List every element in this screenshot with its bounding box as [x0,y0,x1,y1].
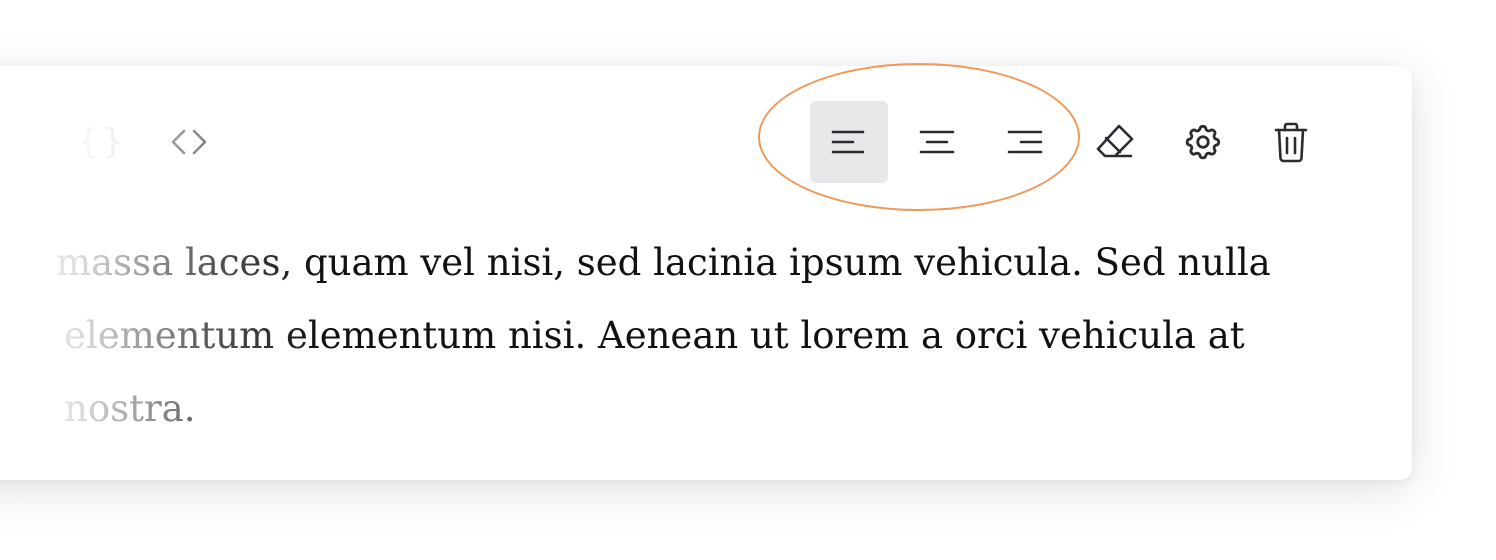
align-left-icon [831,130,865,154]
align-center-button[interactable] [898,101,976,183]
paragraph-line: massa laces, quam vel nisi, sed lacinia … [56,241,1271,284]
paragraph-block[interactable]: massa laces, quam vel nisi, sed lacinia … [56,226,1346,445]
settings-button[interactable] [1164,101,1242,183]
paragraph-line: elementum elementum nisi. Aenean ut lore… [64,314,1245,357]
code-icon [171,129,207,155]
trash-icon [1274,122,1308,163]
align-right-icon [1007,130,1043,154]
clear-formatting-button[interactable] [1076,101,1154,183]
gear-icon [1185,124,1221,160]
paragraph-line: nostra. [64,387,196,430]
align-left-button[interactable] [810,101,888,183]
eraser-icon [1096,124,1134,158]
code-block-icon[interactable]: {} [78,118,127,166]
editor-stage: {} massa laces, quam vel nisi, sed lacin… [0,0,1496,560]
align-right-button[interactable] [986,101,1064,183]
inline-code-button[interactable] [150,101,228,183]
delete-button[interactable] [1252,101,1330,183]
align-center-icon [919,130,955,154]
